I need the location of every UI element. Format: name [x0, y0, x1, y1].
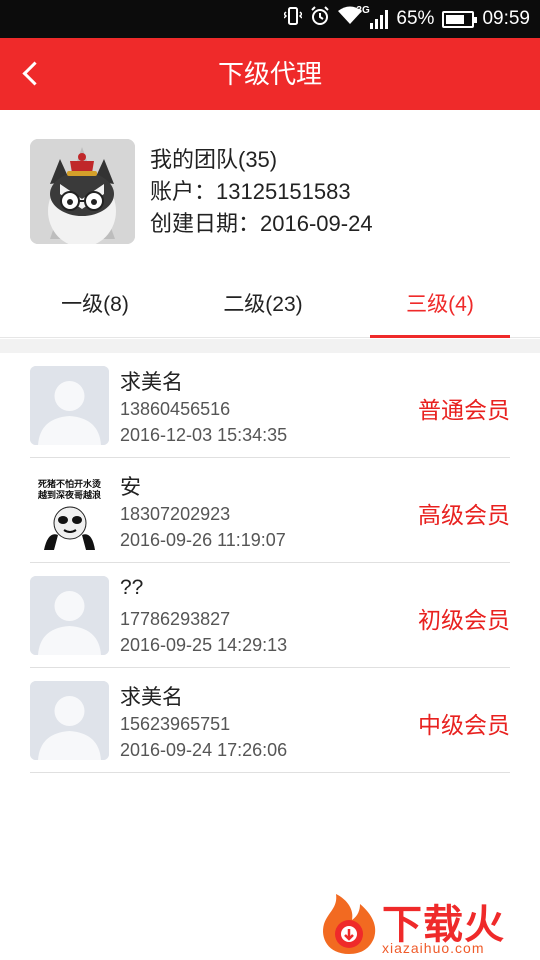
network-type: 3G	[356, 5, 370, 16]
level-tabs: 一级(8) 二级(23) 三级(4)	[0, 272, 540, 338]
member-name: 安	[120, 476, 141, 499]
member-phone: 13860456516	[120, 399, 231, 419]
member-date: 2016-12-03 15:34:35	[120, 425, 288, 445]
profile-info: 我的团队(35) 账户：13125151583 创建日期：2016-09-24	[150, 144, 373, 240]
battery-percent: 65%	[396, 8, 435, 29]
default-avatar-icon	[30, 681, 109, 760]
member-date: 2016-09-26 11:19:07	[120, 530, 286, 550]
panda-meme-avatar-icon: 死猪不怕开水烫 越到深夜哥越浪	[30, 471, 109, 550]
vibrate-icon	[283, 6, 304, 32]
section-divider	[0, 339, 540, 353]
member-level: 初级会员	[418, 607, 510, 633]
tab-level-2[interactable]: 二级(23)	[198, 272, 328, 338]
clock: 09:59	[482, 8, 530, 29]
nav-bar: 下级代理	[0, 38, 540, 110]
watermark: 下载火 xiazaihuo.com	[318, 888, 538, 958]
status-icons: 3G 65% 09:59	[283, 0, 530, 38]
status-bar: 3G 65% 09:59	[0, 0, 540, 38]
created-row: 创建日期：2016-09-24	[150, 208, 373, 240]
created-date: 2016-09-24	[260, 211, 373, 236]
default-avatar-icon	[30, 366, 109, 445]
list-item[interactable]: 求美名 13860456516 2016-12-03 15:34:35 普通会员	[30, 353, 510, 458]
member-phone: 17786293827	[120, 609, 231, 629]
member-level: 中级会员	[418, 712, 510, 738]
profile-card: 我的团队(35) 账户：13125151583 创建日期：2016-09-24	[0, 110, 540, 270]
member-phone: 18307202923	[120, 504, 231, 524]
account-row: 账户：13125151583	[150, 176, 373, 208]
member-date: 2016-09-25 14:29:13	[120, 635, 288, 655]
meme-caption-line-1: 死猪不怕开水烫	[37, 479, 101, 489]
flame-logo-icon	[323, 894, 376, 954]
meme-caption-line-2: 越到深夜哥越浪	[37, 490, 101, 500]
page-title: 下级代理	[217, 59, 322, 89]
created-label: 创建日期：	[150, 211, 261, 236]
member-list: 求美名 13860456516 2016-12-03 15:34:35 普通会员…	[0, 353, 540, 773]
list-item[interactable]: 死猪不怕开水烫 越到深夜哥越浪 安 18307202923 2016-09-26…	[30, 458, 510, 563]
battery-icon	[442, 10, 478, 28]
member-phone: 15623965751	[120, 714, 231, 734]
watermark-url: xiazaihuo.com	[382, 940, 485, 956]
member-name: 求美名	[120, 371, 183, 394]
tab-level-3[interactable]: 三级(4)	[370, 272, 510, 338]
list-item[interactable]: ?? 17786293827 2016-09-25 14:29:13 初级会员	[30, 563, 510, 668]
default-avatar-icon	[30, 576, 109, 655]
member-level: 高级会员	[418, 502, 510, 528]
alarm-icon	[310, 6, 330, 32]
list-item[interactable]: 求美名 15623965751 2016-09-24 17:26:06 中级会员	[30, 668, 510, 773]
member-date: 2016-09-24 17:26:06	[120, 740, 288, 760]
account-label: 账户：	[150, 179, 217, 204]
team-count: 我的团队(35)	[150, 147, 278, 172]
tab-indicator	[370, 335, 510, 338]
member-name: 求美名	[120, 686, 183, 709]
tab-level-1[interactable]: 一级(8)	[30, 272, 160, 338]
member-name: ??	[120, 576, 144, 599]
cell-signal-icon: 3G	[356, 5, 389, 29]
account-number: 13125151583	[216, 179, 351, 204]
member-level: 普通会员	[418, 397, 510, 423]
avatar	[30, 139, 135, 244]
